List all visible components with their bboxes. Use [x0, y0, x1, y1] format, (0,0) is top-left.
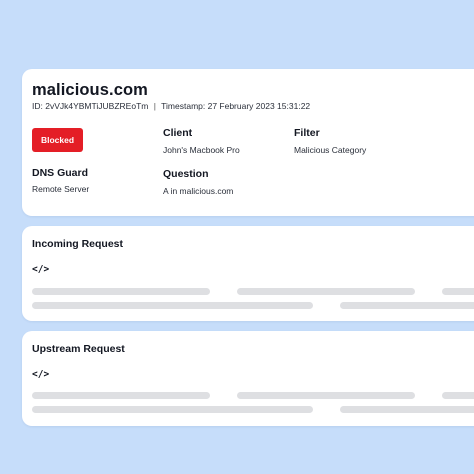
code-brackets-icon: </>	[32, 369, 50, 380]
code-brackets-icon: </>	[32, 264, 50, 275]
meta-separator: |	[153, 101, 156, 111]
dns-guard-value: Remote Server	[32, 184, 90, 194]
filter-value: Malicious Category	[294, 145, 367, 155]
event-id: ID: 2vVJk4YBMTiJUBZREoTm	[32, 101, 149, 111]
placeholder-line	[32, 406, 313, 413]
filter-label: Filter	[294, 127, 320, 139]
dns-event-card: malicious.com ID: 2vVJk4YBMTiJUBZREoTm |…	[22, 69, 474, 216]
question-label: Question	[163, 168, 209, 180]
placeholder-line	[237, 392, 415, 399]
placeholder-line	[442, 288, 474, 295]
client-label: Client	[163, 127, 193, 139]
placeholder-line	[442, 392, 474, 399]
dns-guard-label: DNS Guard	[32, 167, 89, 179]
domain-title: malicious.com	[32, 81, 148, 99]
question-value: A in malicious.com	[163, 186, 234, 196]
placeholder-line	[32, 288, 210, 295]
placeholder-line	[32, 302, 313, 309]
upstream-request-title: Upstream Request	[32, 343, 125, 355]
upstream-request-card[interactable]: Upstream Request </>	[22, 331, 474, 426]
placeholder-line	[32, 392, 210, 399]
event-meta: ID: 2vVJk4YBMTiJUBZREoTm | Timestamp: 27…	[32, 101, 310, 111]
app-canvas: malicious.com ID: 2vVJk4YBMTiJUBZREoTm |…	[0, 0, 474, 474]
client-value: John's Macbook Pro	[163, 145, 240, 155]
incoming-request-title: Incoming Request	[32, 238, 124, 250]
status-badge: Blocked	[32, 128, 83, 152]
placeholder-line	[340, 406, 474, 413]
event-timestamp: Timestamp: 27 February 2023 15:31:22	[161, 101, 311, 111]
placeholder-line	[237, 288, 415, 295]
incoming-request-card[interactable]: Incoming Request </>	[22, 226, 474, 321]
placeholder-line	[340, 302, 474, 309]
